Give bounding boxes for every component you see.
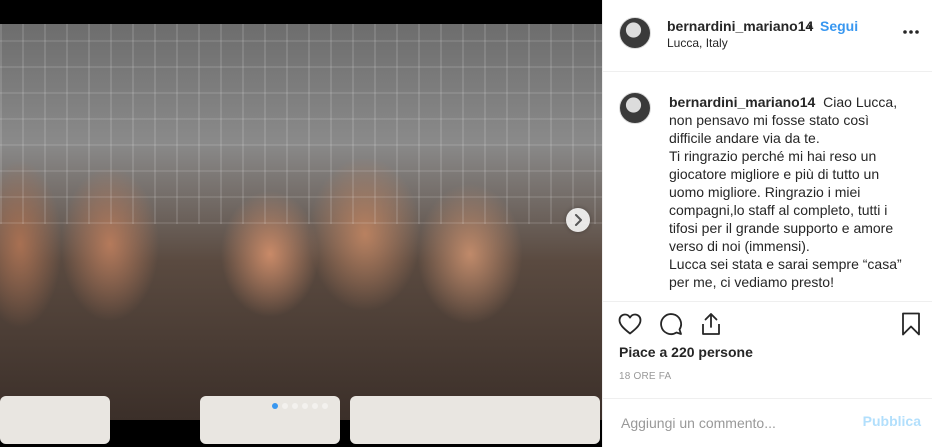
publish-button[interactable]: Pubblica <box>863 413 921 429</box>
caption-line: Ti ringrazio perché mi hai reso un <box>669 148 877 164</box>
comment-bubble-icon <box>660 313 682 335</box>
post-media <box>0 0 602 447</box>
heart-icon <box>618 313 642 335</box>
likes-count[interactable]: Piace a 220 persone <box>619 344 753 360</box>
share-icon <box>702 313 720 335</box>
share-button[interactable] <box>697 310 725 338</box>
like-button[interactable] <box>616 310 644 338</box>
more-options-icon <box>903 30 919 34</box>
follow-button[interactable]: Segui <box>820 18 858 34</box>
caption-line: non pensavo mi fosse stato così <box>669 112 869 128</box>
caption-line: tifosi per il grande supporto e amore <box>669 220 894 236</box>
post-header: bernardini_mariano14 • Segui Lucca, Ital… <box>603 0 932 72</box>
post-side-panel: bernardini_mariano14 • Segui Lucca, Ital… <box>602 0 932 447</box>
chevron-right-icon <box>575 214 582 226</box>
photo-detail <box>0 396 110 444</box>
carousel-dot <box>302 403 308 409</box>
post-photo[interactable] <box>0 24 602 444</box>
more-options-button[interactable] <box>901 20 921 44</box>
carousel-dot <box>312 403 318 409</box>
caption-line: verso di noi (immensi). <box>669 238 810 254</box>
photo-fence-background <box>0 24 602 224</box>
location-link[interactable]: Lucca, Italy <box>667 36 728 50</box>
caption-line: difficile andare via da te. <box>669 130 820 146</box>
caption-line: compagni,lo staff al completo, tutti i <box>669 202 888 218</box>
caption-line: Lucca sei stata e sarai sempre “casa” <box>669 256 902 272</box>
carousel-dot <box>272 403 278 409</box>
post-actions <box>603 302 932 342</box>
caption-line: giocatore migliore e più di tutto un <box>669 166 880 182</box>
bookmark-icon <box>902 312 920 336</box>
post-caption: bernardini_mariano14 Ciao Lucca, non pen… <box>669 93 917 291</box>
comment-form: Pubblica <box>603 398 932 447</box>
carousel-dot <box>282 403 288 409</box>
carousel-next-button[interactable] <box>566 208 590 232</box>
caption-username[interactable]: bernardini_mariano14 <box>669 94 815 110</box>
carousel-dot <box>322 403 328 409</box>
post-timestamp[interactable]: 18 ORE FA <box>619 371 671 382</box>
carousel-indicator <box>272 403 328 409</box>
photo-detail <box>350 396 600 444</box>
caption-avatar[interactable] <box>619 92 651 124</box>
carousel-dot <box>292 403 298 409</box>
follow-separator: • <box>808 18 813 34</box>
caption-line: Ciao Lucca, <box>823 94 898 110</box>
avatar[interactable] <box>619 17 651 49</box>
caption-line: per me, ci vediamo presto! <box>669 274 834 290</box>
comment-button[interactable] <box>657 310 685 338</box>
caption-section: bernardini_mariano14 Ciao Lucca, non pen… <box>603 72 932 302</box>
caption-line: uomo migliore. Ringrazio i miei <box>669 184 861 200</box>
save-button[interactable] <box>897 310 925 338</box>
comment-input[interactable] <box>619 411 853 435</box>
header-username[interactable]: bernardini_mariano14 <box>667 18 813 34</box>
